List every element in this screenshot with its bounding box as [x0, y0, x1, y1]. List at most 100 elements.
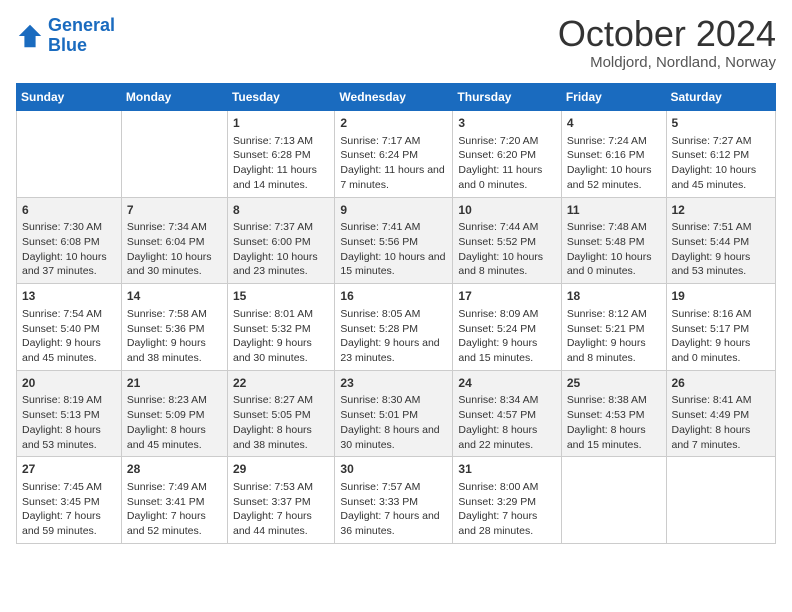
- day-cell: 27 Sunrise: 7:45 AM Sunset: 3:45 PM Dayli…: [17, 457, 122, 544]
- day-info: Sunrise: 7:57 AM Sunset: 3:33 PM Dayligh…: [340, 480, 447, 539]
- day-number: 14: [127, 288, 222, 305]
- logo: General Blue: [16, 16, 115, 56]
- day-number: 28: [127, 461, 222, 478]
- day-info: Sunrise: 7:27 AM Sunset: 6:12 PM Dayligh…: [672, 134, 771, 193]
- day-info: Sunrise: 8:19 AM Sunset: 5:13 PM Dayligh…: [22, 393, 116, 452]
- day-cell: 4Sunrise: 7:24 AM Sunset: 6:16 PM Daylig…: [561, 111, 666, 198]
- day-cell: [17, 111, 122, 198]
- day-info: Sunrise: 8:01 AM Sunset: 5:32 PM Dayligh…: [233, 307, 329, 366]
- day-cell: 17Sunrise: 8:09 AM Sunset: 5:24 PM Dayli…: [453, 284, 561, 371]
- day-cell: 7Sunrise: 7:34 AM Sunset: 6:04 PM Daylig…: [121, 197, 227, 284]
- day-number: 26: [672, 375, 771, 392]
- weekday-header-row: SundayMondayTuesdayWednesdayThursdayFrid…: [17, 84, 776, 111]
- day-number: 8: [233, 202, 329, 219]
- day-cell: 26Sunrise: 8:41 AM Sunset: 4:49 PM Dayli…: [666, 370, 776, 457]
- page-header: General Blue October 2024 Moldjord, Nord…: [16, 16, 776, 71]
- weekday-header-thursday: Thursday: [453, 84, 561, 111]
- day-info: Sunrise: 7:54 AM Sunset: 5:40 PM Dayligh…: [22, 307, 116, 366]
- day-number: 19: [672, 288, 771, 305]
- day-number: 23: [340, 375, 447, 392]
- day-cell: 8Sunrise: 7:37 AM Sunset: 6:00 PM Daylig…: [227, 197, 334, 284]
- day-cell: [121, 111, 227, 198]
- day-cell: [561, 457, 666, 544]
- calendar-table: SundayMondayTuesdayWednesdayThursdayFrid…: [16, 83, 776, 544]
- day-cell: 30 Sunrise: 7:57 AM Sunset: 3:33 PM Dayli…: [335, 457, 453, 544]
- day-info: Sunrise: 7:24 AM Sunset: 6:16 PM Dayligh…: [567, 134, 661, 193]
- day-cell: 16 Sunrise: 8:05 AM Sunset: 5:28 PM Dayli…: [335, 284, 453, 371]
- week-row-2: 6Sunrise: 7:30 AM Sunset: 6:08 PM Daylig…: [17, 197, 776, 284]
- day-number: 31: [458, 461, 555, 478]
- day-cell: 5Sunrise: 7:27 AM Sunset: 6:12 PM Daylig…: [666, 111, 776, 198]
- day-number: 17: [458, 288, 555, 305]
- day-number: 11: [567, 202, 661, 219]
- day-info: Sunrise: 8:16 AM Sunset: 5:17 PM Dayligh…: [672, 307, 771, 366]
- day-info: Sunrise: 7:20 AM Sunset: 6:20 PM Dayligh…: [458, 134, 555, 193]
- day-info: Sunrise: 7:41 AM Sunset: 5:56 PM Dayligh…: [340, 220, 447, 279]
- day-cell: 24Sunrise: 8:34 AM Sunset: 4:57 PM Dayli…: [453, 370, 561, 457]
- day-info: Sunrise: 8:23 AM Sunset: 5:09 PM Dayligh…: [127, 393, 222, 452]
- day-cell: 18 Sunrise: 8:12 AM Sunset: 5:21 PM Dayli…: [561, 284, 666, 371]
- day-info: Sunrise: 8:05 AM Sunset: 5:28 PM Dayligh…: [340, 307, 447, 366]
- day-info: Sunrise: 7:48 AM Sunset: 5:48 PM Dayligh…: [567, 220, 661, 279]
- day-number: 20: [22, 375, 116, 392]
- day-number: 12: [672, 202, 771, 219]
- day-info: Sunrise: 7:13 AM Sunset: 6:28 PM Dayligh…: [233, 134, 329, 193]
- day-cell: 10Sunrise: 7:44 AM Sunset: 5:52 PM Dayli…: [453, 197, 561, 284]
- day-info: Sunrise: 8:41 AM Sunset: 4:49 PM Dayligh…: [672, 393, 771, 452]
- week-row-4: 20Sunrise: 8:19 AM Sunset: 5:13 PM Dayli…: [17, 370, 776, 457]
- day-number: 24: [458, 375, 555, 392]
- day-cell: 21Sunrise: 8:23 AM Sunset: 5:09 PM Dayli…: [121, 370, 227, 457]
- day-cell: 29 Sunrise: 7:53 AM Sunset: 3:37 PM Dayli…: [227, 457, 334, 544]
- logo-line1: General: [48, 15, 115, 35]
- day-info: Sunrise: 8:38 AM Sunset: 4:53 PM Dayligh…: [567, 393, 661, 452]
- day-cell: 1Sunrise: 7:13 AM Sunset: 6:28 PM Daylig…: [227, 111, 334, 198]
- day-number: 15: [233, 288, 329, 305]
- day-cell: 20Sunrise: 8:19 AM Sunset: 5:13 PM Dayli…: [17, 370, 122, 457]
- weekday-header-wednesday: Wednesday: [335, 84, 453, 111]
- day-cell: 28Sunrise: 7:49 AM Sunset: 3:41 PM Dayli…: [121, 457, 227, 544]
- day-cell: 13 Sunrise: 7:54 AM Sunset: 5:40 PM Dayli…: [17, 284, 122, 371]
- day-number: 29: [233, 461, 329, 478]
- day-number: 9: [340, 202, 447, 219]
- weekday-header-sunday: Sunday: [17, 84, 122, 111]
- month-title: October 2024: [558, 16, 776, 52]
- day-number: 10: [458, 202, 555, 219]
- day-cell: 23Sunrise: 8:30 AM Sunset: 5:01 PM Dayli…: [335, 370, 453, 457]
- day-number: 22: [233, 375, 329, 392]
- day-info: Sunrise: 7:53 AM Sunset: 3:37 PM Dayligh…: [233, 480, 329, 539]
- day-info: Sunrise: 7:51 AM Sunset: 5:44 PM Dayligh…: [672, 220, 771, 279]
- day-cell: 22Sunrise: 8:27 AM Sunset: 5:05 PM Dayli…: [227, 370, 334, 457]
- logo-icon: [16, 22, 44, 50]
- day-info: Sunrise: 7:17 AM Sunset: 6:24 PM Dayligh…: [340, 134, 447, 193]
- day-cell: 31 Sunrise: 8:00 AM Sunset: 3:29 PM Dayli…: [453, 457, 561, 544]
- day-cell: 19 Sunrise: 8:16 AM Sunset: 5:17 PM Dayli…: [666, 284, 776, 371]
- weekday-header-tuesday: Tuesday: [227, 84, 334, 111]
- day-info: Sunrise: 7:30 AM Sunset: 6:08 PM Dayligh…: [22, 220, 116, 279]
- day-number: 30: [340, 461, 447, 478]
- day-cell: 15 Sunrise: 8:01 AM Sunset: 5:32 PM Dayli…: [227, 284, 334, 371]
- logo-line2: Blue: [48, 35, 87, 55]
- day-info: Sunrise: 8:30 AM Sunset: 5:01 PM Dayligh…: [340, 393, 447, 452]
- day-number: 6: [22, 202, 116, 219]
- weekday-header-friday: Friday: [561, 84, 666, 111]
- day-number: 18: [567, 288, 661, 305]
- day-number: 3: [458, 115, 555, 132]
- day-number: 25: [567, 375, 661, 392]
- location-subtitle: Moldjord, Nordland, Norway: [558, 54, 776, 71]
- day-number: 16: [340, 288, 447, 305]
- day-info: Sunrise: 7:37 AM Sunset: 6:00 PM Dayligh…: [233, 220, 329, 279]
- day-number: 27: [22, 461, 116, 478]
- day-info: Sunrise: 7:45 AM Sunset: 3:45 PM Dayligh…: [22, 480, 116, 539]
- day-number: 13: [22, 288, 116, 305]
- weekday-header-monday: Monday: [121, 84, 227, 111]
- day-cell: 3 Sunrise: 7:20 AM Sunset: 6:20 PM Daylig…: [453, 111, 561, 198]
- day-info: Sunrise: 7:34 AM Sunset: 6:04 PM Dayligh…: [127, 220, 222, 279]
- day-cell: 11Sunrise: 7:48 AM Sunset: 5:48 PM Dayli…: [561, 197, 666, 284]
- day-cell: [666, 457, 776, 544]
- day-info: Sunrise: 8:00 AM Sunset: 3:29 PM Dayligh…: [458, 480, 555, 539]
- day-cell: 2Sunrise: 7:17 AM Sunset: 6:24 PM Daylig…: [335, 111, 453, 198]
- day-cell: 14Sunrise: 7:58 AM Sunset: 5:36 PM Dayli…: [121, 284, 227, 371]
- day-cell: 25Sunrise: 8:38 AM Sunset: 4:53 PM Dayli…: [561, 370, 666, 457]
- week-row-5: 27 Sunrise: 7:45 AM Sunset: 3:45 PM Dayli…: [17, 457, 776, 544]
- day-info: Sunrise: 8:12 AM Sunset: 5:21 PM Dayligh…: [567, 307, 661, 366]
